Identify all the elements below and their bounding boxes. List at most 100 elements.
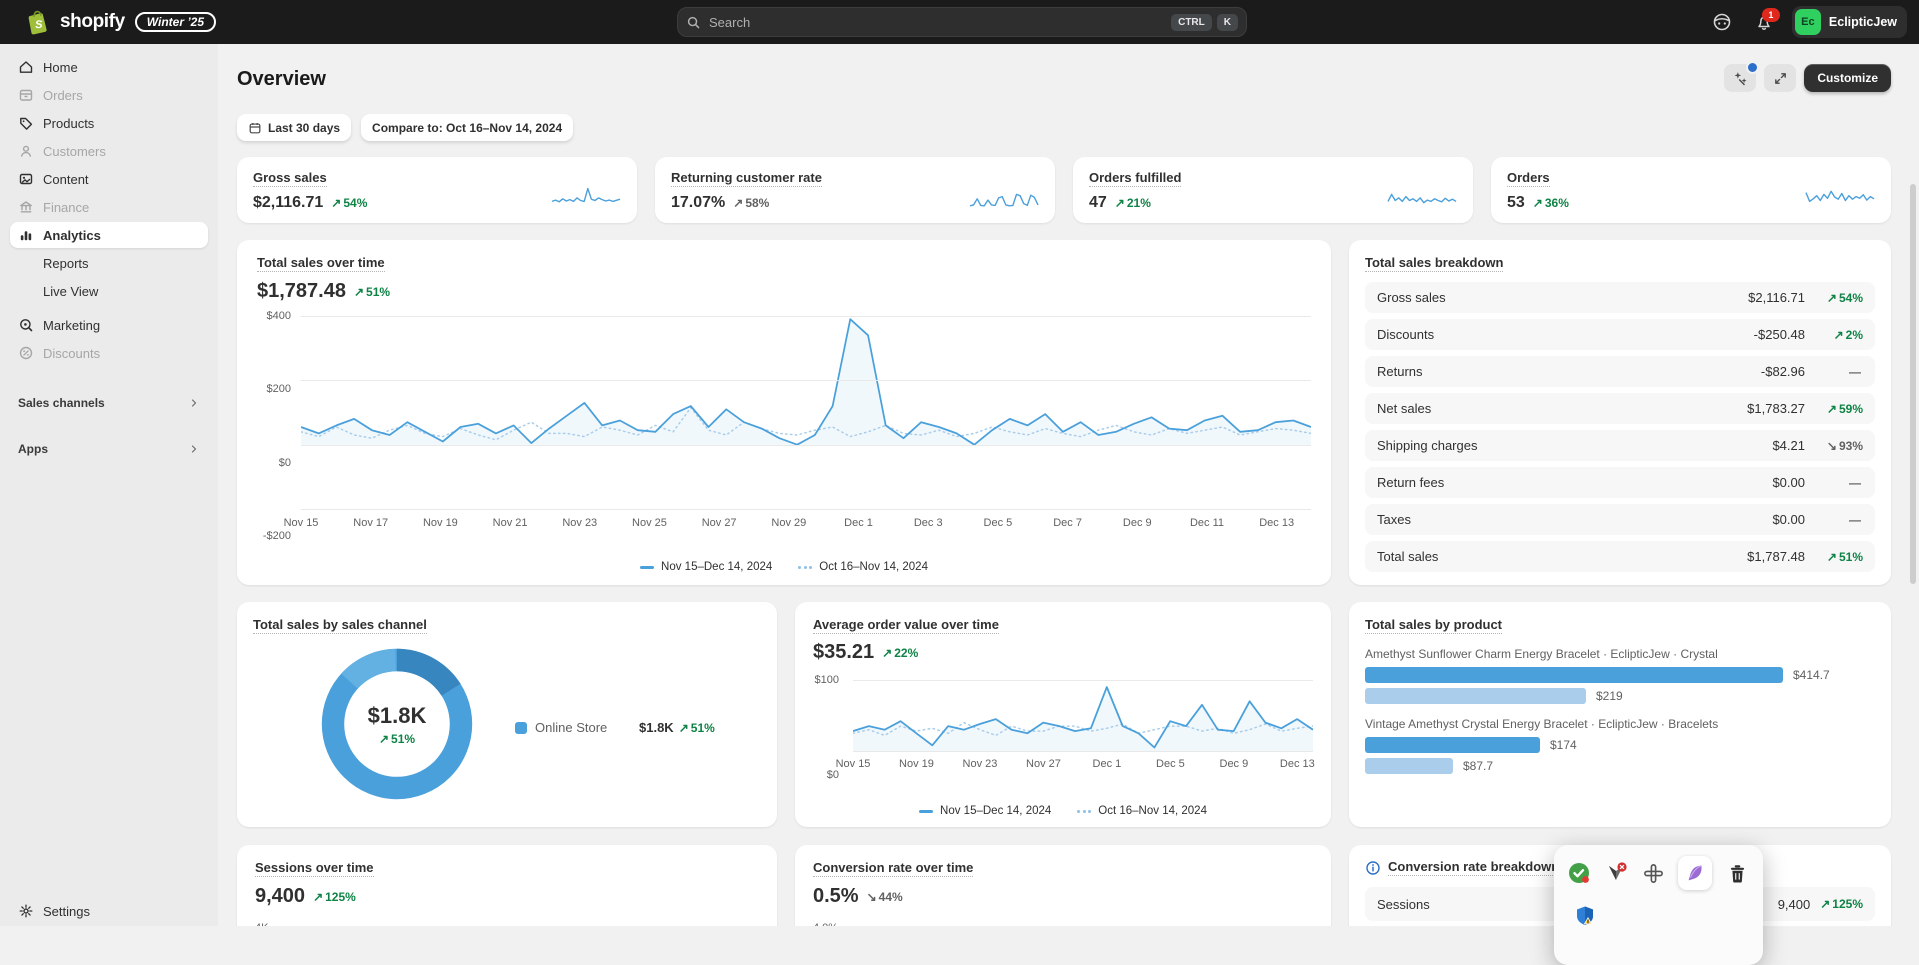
breakdown-row-gross-sales[interactable]: Gross sales $2,116.71 ↗54% [1365, 282, 1875, 313]
insights-button[interactable] [1724, 64, 1756, 92]
breakdown-row-shipping-charges[interactable]: Shipping charges $4.21 ↘93% [1365, 430, 1875, 461]
sales-by-channel-card: Total sales by sales channel $1.8K ↗51% … [237, 602, 777, 827]
product-bar-current[interactable] [1365, 737, 1540, 753]
product-bar-current[interactable] [1365, 667, 1783, 683]
dotted-line-marker [798, 566, 812, 569]
global-search[interactable]: CTRL K [677, 7, 1247, 37]
antivirus-check-icon[interactable] [1567, 861, 1591, 885]
knot-icon[interactable] [1641, 861, 1665, 885]
sidebar-section-sales-channels[interactable]: Sales channels [10, 390, 208, 416]
product-bar-previous[interactable] [1365, 688, 1586, 704]
product-bar-previous[interactable] [1365, 758, 1453, 774]
aov-plot: $100$0 Nov 15Nov 19Nov 23Nov 27Dec 1Dec … [813, 680, 1313, 775]
product-label[interactable]: Amethyst Sunflower Charm Energy Bracelet… [1365, 647, 1875, 661]
info-icon[interactable] [1365, 860, 1381, 876]
metric-card-orders[interactable]: Orders 53 ↗36% [1491, 157, 1891, 223]
breakdown-row-net-sales[interactable]: Net sales $1,783.27 ↗59% [1365, 393, 1875, 424]
product-label[interactable]: Vintage Amethyst Crystal Energy Bracelet… [1365, 717, 1875, 731]
solid-line-marker [919, 810, 933, 813]
sidebar-item-products[interactable]: Products [10, 110, 208, 136]
metric-card-orders-fulfilled[interactable]: Orders fulfilled 47 ↗21% [1073, 157, 1473, 223]
sidebar-item-home[interactable]: Home [10, 54, 208, 80]
chart-delta: ↗51% [354, 285, 390, 299]
breakdown-row-total-sales[interactable]: Total sales $1,787.48 ↗51% [1365, 541, 1875, 572]
chevron-right-icon [188, 443, 200, 455]
breakdown-row-taxes[interactable]: Taxes $0.00 — [1365, 504, 1875, 535]
channel-title[interactable]: Total sales by sales channel [253, 617, 427, 634]
legend-current-period: Nov 15–Dec 14, 2024 [640, 561, 772, 573]
sidebar-item-label: Content [43, 172, 89, 187]
sidekick-button[interactable] [1708, 8, 1736, 36]
row-value: -$250.48 [1754, 327, 1805, 342]
sidebar-section-apps[interactable]: Apps [10, 436, 208, 462]
conversion-delta: ↘44% [867, 890, 903, 904]
sidebar-item-settings[interactable]: Settings [10, 898, 208, 924]
shopify-logo[interactable]: S shopify Winter ’25 [26, 0, 216, 44]
sessions-title[interactable]: Sessions over time [255, 860, 374, 877]
calendar-icon [248, 121, 262, 135]
account-menu[interactable]: Ec EclipticJew [1792, 6, 1907, 38]
page-title: Overview [237, 68, 326, 91]
y-tick-row: 4K [255, 922, 759, 926]
sidebar-item-finance[interactable]: Finance [10, 194, 208, 220]
page-scrollbar[interactable] [1910, 184, 1916, 584]
metric-title[interactable]: Orders [1507, 170, 1550, 187]
sidebar: Home Orders Products Customers Content F… [0, 44, 218, 926]
chart-title[interactable]: Total sales over time [257, 255, 385, 272]
plot-area[interactable] [301, 316, 1311, 509]
sparkline-chart [1805, 184, 1875, 210]
plot-area[interactable] [853, 680, 1313, 751]
sidebar-item-discounts[interactable]: Discounts [10, 340, 208, 366]
aov-delta: ↗22% [882, 646, 918, 660]
notifications-button[interactable]: 1 [1750, 8, 1778, 36]
sidebar-item-customers[interactable]: Customers [10, 138, 208, 164]
legend-current-period: Nov 15–Dec 14, 2024 [919, 805, 1051, 817]
metric-card-returning-customer-rate[interactable]: Returning customer rate 17.07% ↗58% [655, 157, 1055, 223]
fullscreen-button[interactable] [1764, 64, 1796, 92]
channel-legend[interactable]: Online Store $1.8K ↗51% [515, 720, 715, 735]
sidebar-item-orders[interactable]: Orders [10, 82, 208, 108]
v-logo-badge-icon[interactable] [1604, 861, 1628, 885]
conversion-breakdown-title[interactable]: Conversion rate breakdown [1388, 859, 1559, 876]
total-sales-plot: $400$200$0-$200 Nov 15Nov 17Nov 19Nov 21… [257, 316, 1311, 536]
metric-value: 53 [1507, 194, 1525, 212]
date-range-button[interactable]: Last 30 days [237, 114, 351, 141]
breakdown-row-returns[interactable]: Returns -$82.96 — [1365, 356, 1875, 387]
shield-warning-icon[interactable] [1573, 904, 1597, 928]
sales-by-product-card: Total sales by product Amethyst Sunflowe… [1349, 602, 1891, 827]
donut-chart[interactable]: $1.8K ↗51% [317, 644, 477, 804]
total-sales-over-time-card: Total sales over time $1,787.48 ↗51% $40… [237, 240, 1331, 585]
trash-icon[interactable] [1725, 861, 1749, 885]
feather-extension-tile[interactable] [1678, 856, 1712, 890]
y-tick-row: 4.0% [813, 922, 1313, 926]
sidebar-item-analytics[interactable]: Analytics [10, 222, 208, 248]
avatar: Ec [1795, 9, 1821, 35]
products-title[interactable]: Total sales by product [1365, 617, 1502, 634]
search-input[interactable] [707, 14, 1166, 31]
bar-value: $87.7 [1463, 759, 1493, 773]
settings-gear-icon [18, 903, 34, 919]
expand-icon [1773, 71, 1788, 86]
breakdown-title[interactable]: Total sales breakdown [1365, 255, 1503, 272]
orders-icon [18, 87, 34, 103]
breakdown-row-return-fees[interactable]: Return fees $0.00 — [1365, 467, 1875, 498]
y-axis: $400$200$0-$200 [257, 316, 301, 536]
aov-title[interactable]: Average order value over time [813, 617, 999, 634]
sidebar-item-reports[interactable]: Reports [10, 250, 208, 276]
sidebar-item-live-view[interactable]: Live View [10, 278, 208, 304]
sidebar-item-label: Finance [43, 200, 89, 215]
metric-card-gross-sales[interactable]: Gross sales $2,116.71 ↗54% [237, 157, 637, 223]
sidebar-item-label: Reports [43, 256, 89, 271]
conversion-title[interactable]: Conversion rate over time [813, 860, 973, 877]
y-tick-label: 4.0% [813, 922, 838, 926]
sidebar-item-content[interactable]: Content [10, 166, 208, 192]
metric-title[interactable]: Returning customer rate [671, 170, 822, 187]
compare-button[interactable]: Compare to: Oct 16–Nov 14, 2024 [361, 114, 573, 141]
sidebar-item-marketing[interactable]: Marketing [10, 312, 208, 338]
customize-button[interactable]: Customize [1804, 64, 1891, 92]
channel-swatch [515, 722, 527, 734]
metric-title[interactable]: Gross sales [253, 170, 327, 187]
metric-value: 17.07% [671, 194, 725, 212]
metric-title[interactable]: Orders fulfilled [1089, 170, 1181, 187]
breakdown-row-discounts[interactable]: Discounts -$250.48 ↗2% [1365, 319, 1875, 350]
